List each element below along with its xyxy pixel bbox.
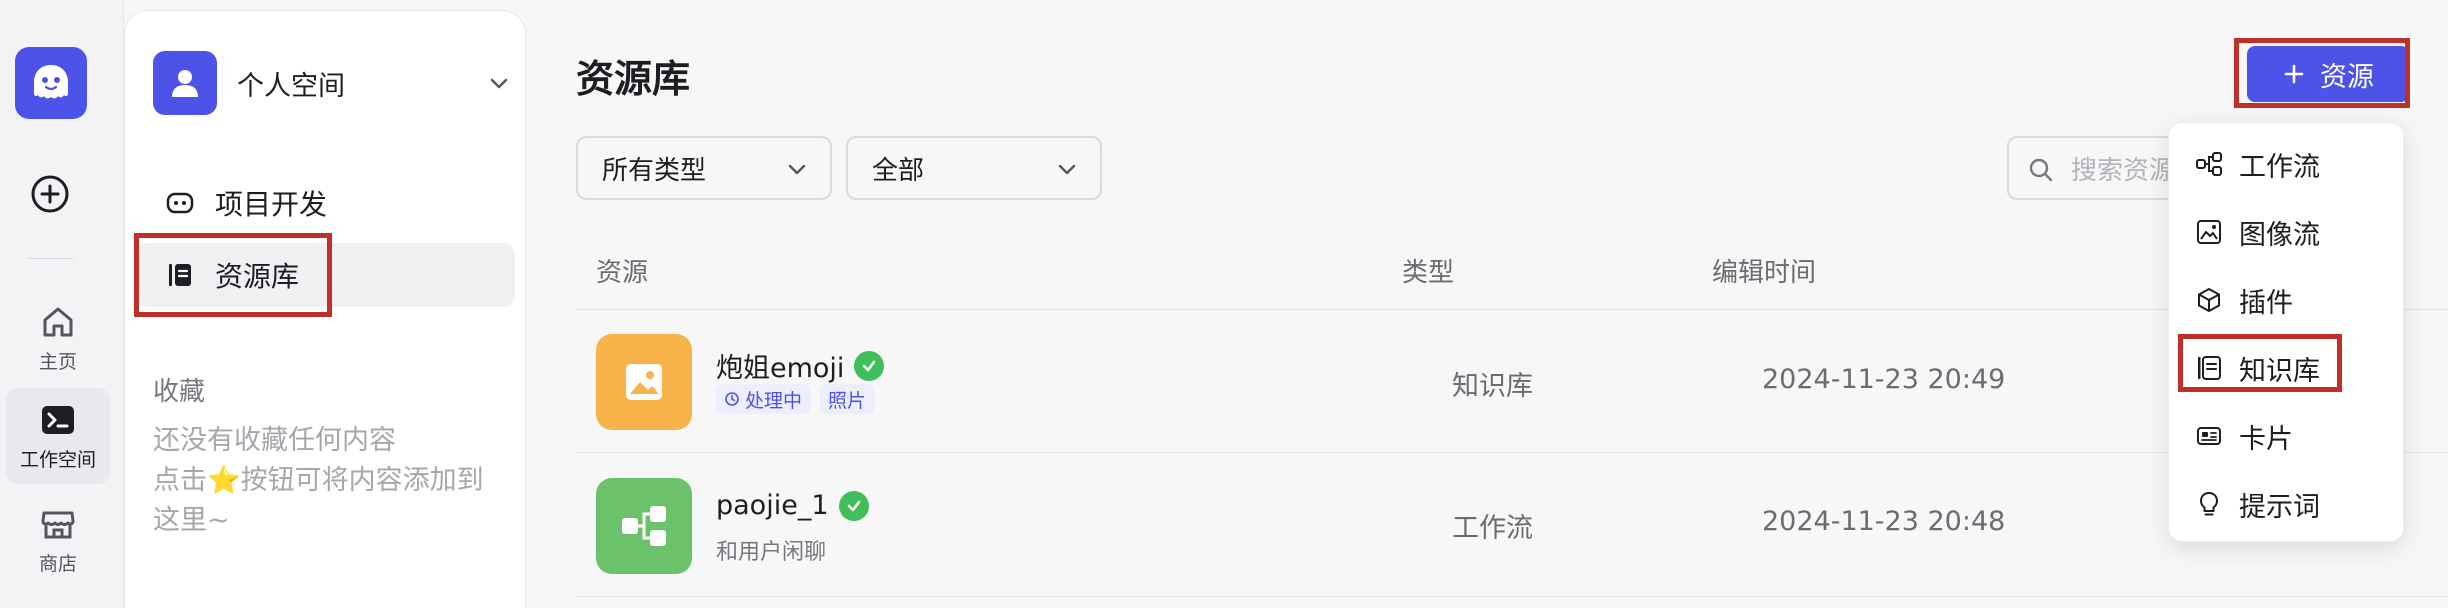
workflow-icon <box>2196 152 2222 176</box>
menu-item-label: 工作流 <box>2239 151 2320 183</box>
chevron-down-icon <box>788 164 806 175</box>
check-icon <box>854 350 885 381</box>
user-avatar <box>153 51 217 115</box>
card-icon <box>2197 427 2221 445</box>
rail-item-workspace[interactable]: 工作空间 <box>6 388 110 484</box>
main-content: 资源库 资源 所有类型 全部 搜索资源 资源 类型 编辑时间 炮姐emoji 处… <box>526 0 2448 608</box>
menu-item-plugin[interactable]: 插件 <box>2179 271 2395 329</box>
search-icon <box>2029 158 2053 182</box>
table-divider <box>576 596 2448 597</box>
menu-item-imageflow[interactable]: 图像流 <box>2179 203 2395 261</box>
favorites-empty-line: 点击⭐按钮可将内容添加到 <box>153 461 513 501</box>
add-resource-button[interactable]: 资源 <box>2247 46 2409 102</box>
column-header-type: 类型 <box>1402 258 1455 288</box>
resource-description: 和用户闲聊 <box>716 540 827 565</box>
menu-item-label: 知识库 <box>2239 355 2320 387</box>
resource-name-text: paojie_1 <box>716 490 829 521</box>
nav-item-label: 资源库 <box>215 260 300 293</box>
resource-edit-time: 2024-11-23 20:48 <box>1762 506 2006 537</box>
create-button[interactable] <box>28 172 72 216</box>
page-title: 资源库 <box>576 57 691 101</box>
favorites-empty-text: 还没有收藏任何内容 点击⭐按钮可将内容添加到 这里~ <box>153 421 513 541</box>
nav-item-projects[interactable]: 项目开发 <box>137 171 515 235</box>
type-filter-select[interactable]: 所有类型 <box>576 136 832 200</box>
menu-item-card[interactable]: 卡片 <box>2179 407 2395 465</box>
type-filter-value: 所有类型 <box>602 155 707 186</box>
nav-item-library[interactable]: 资源库 <box>137 243 515 307</box>
menu-item-label: 卡片 <box>2239 423 2293 455</box>
star-icon: ⭐ <box>207 465 241 496</box>
chevron-down-icon <box>490 78 508 89</box>
workflow-icon <box>622 506 666 546</box>
imageflow-icon <box>2197 220 2221 244</box>
status-badge-label: 处理中 <box>745 389 803 412</box>
rail-item-label: 工作空间 <box>19 448 96 471</box>
resource-thumbnail <box>596 334 692 430</box>
home-icon <box>43 307 73 336</box>
clock-icon <box>725 392 739 406</box>
resource-edit-time: 2024-11-23 20:49 <box>1762 364 2006 395</box>
space-switcher[interactable]: 个人空间 <box>153 51 513 115</box>
rail-item-home[interactable]: 主页 <box>6 290 110 386</box>
menu-item-label: 图像流 <box>2239 219 2320 251</box>
coze-logo-icon[interactable] <box>15 47 87 119</box>
resource-type: 工作流 <box>1452 513 1533 544</box>
favorites-empty-line: 还没有收藏任何内容 <box>153 425 396 456</box>
scope-filter-value: 全部 <box>872 155 925 186</box>
favorites-empty-line: 这里~ <box>153 505 230 536</box>
rail-item-label: 商店 <box>38 552 77 575</box>
workspace-sidebar: 个人空间 项目开发 资源库 收藏 还没有收藏任何内容 点击⭐按钮可将内容添加到 … <box>124 10 526 608</box>
bot-icon <box>166 192 194 214</box>
category-badge-label: 照片 <box>828 389 867 412</box>
scope-filter-select[interactable]: 全部 <box>846 136 1102 200</box>
resource-tags: 处理中 照片 <box>716 384 875 414</box>
favorites-title: 收藏 <box>153 377 206 407</box>
nav-item-label: 项目开发 <box>215 188 328 221</box>
left-rail: 主页 工作空间 商店 <box>0 0 124 608</box>
terminal-icon <box>42 405 74 434</box>
chevron-down-icon <box>1058 164 1076 175</box>
search-placeholder: 搜索资源 <box>2071 155 2176 186</box>
plugin-icon <box>2198 288 2220 312</box>
menu-item-label: 插件 <box>2239 287 2293 319</box>
resource-type: 知识库 <box>1452 371 1533 402</box>
knowledge-icon <box>2198 356 2221 380</box>
menu-item-workflow[interactable]: 工作流 <box>2179 135 2395 193</box>
menu-item-prompt[interactable]: 提示词 <box>2179 475 2395 533</box>
resource-thumbnail <box>596 478 692 574</box>
favorites-empty-fragment: 点击 <box>153 465 207 496</box>
resource-name: paojie_1 <box>716 490 869 521</box>
rail-divider <box>28 258 74 259</box>
favorites-empty-fragment: 按钮可将内容添加到 <box>240 465 484 496</box>
column-header-resource: 资源 <box>596 258 649 288</box>
prompt-icon <box>2200 492 2218 516</box>
rail-item-store[interactable]: 商店 <box>6 492 110 588</box>
plus-circle-icon <box>31 175 69 213</box>
category-badge: 照片 <box>820 384 875 414</box>
space-name: 个人空间 <box>237 70 345 102</box>
resource-name-text: 炮姐emoji <box>716 353 845 384</box>
check-icon <box>838 490 869 521</box>
menu-item-knowledge[interactable]: 知识库 <box>2179 339 2395 397</box>
menu-item-label: 提示词 <box>2239 491 2320 523</box>
add-resource-label: 资源 <box>2320 61 2374 93</box>
user-icon <box>172 70 198 97</box>
resource-name: 炮姐emoji <box>716 346 885 385</box>
library-icon <box>169 264 191 286</box>
status-badge: 处理中 <box>716 384 811 414</box>
plus-icon <box>2284 64 2304 84</box>
column-header-edit-time: 编辑时间 <box>1712 258 1817 288</box>
add-resource-menu: 工作流 图像流 插件 知识库 卡片 提示词 <box>2168 122 2404 542</box>
rail-item-label: 主页 <box>38 350 77 373</box>
image-icon <box>626 364 662 400</box>
store-icon <box>41 511 75 538</box>
